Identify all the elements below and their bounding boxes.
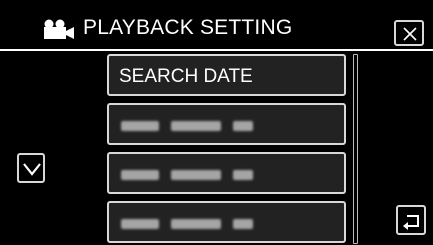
menu-item-search-date[interactable]: SEARCH DATE — [107, 54, 346, 96]
page-title: PLAYBACK SETTING — [83, 16, 293, 39]
scrollbar[interactable] — [353, 54, 358, 244]
menu-item-blurred-2[interactable] — [107, 152, 346, 194]
back-button[interactable] — [396, 205, 426, 235]
menu-item-blurred-3[interactable] — [107, 201, 346, 243]
video-camera-icon — [39, 19, 75, 46]
menu-item-blurred-1[interactable] — [107, 103, 346, 145]
menu-item-label: SEARCH DATE — [119, 66, 253, 87]
blurred-label — [121, 170, 253, 180]
scroll-down-button[interactable] — [17, 153, 45, 183]
header-bar: PLAYBACK SETTING — [0, 0, 433, 50]
close-button[interactable] — [394, 20, 424, 46]
blurred-label — [121, 121, 253, 131]
blurred-label — [121, 219, 253, 229]
header-divider — [0, 49, 433, 51]
